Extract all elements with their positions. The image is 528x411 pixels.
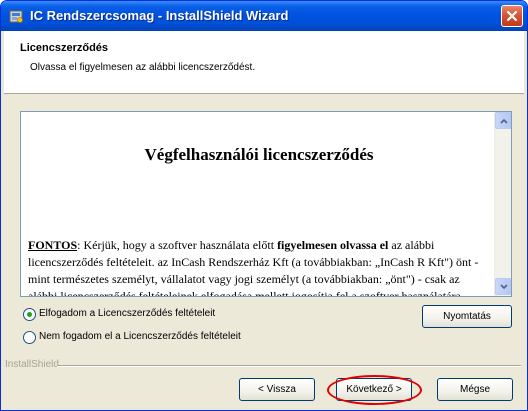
scroll-down-button[interactable] bbox=[495, 278, 511, 295]
chevron-down-icon bbox=[500, 284, 508, 290]
installer-app-icon bbox=[8, 8, 24, 24]
page-title: Licencszerződés bbox=[20, 42, 109, 54]
close-button[interactable] bbox=[501, 5, 523, 27]
header-panel: Licencszerződés Olvassa el figyelmesen a… bbox=[4, 31, 524, 94]
important-label: FONTOS bbox=[28, 238, 78, 252]
page-subtitle: Olvassa el figyelmesen az alábbi licencs… bbox=[30, 62, 256, 73]
license-content: Végfelhasználói licencszerződés FONTOS: … bbox=[26, 112, 492, 296]
back-button[interactable]: < Vissza bbox=[239, 378, 315, 401]
license-heading: Végfelhasználói licencszerződés bbox=[144, 145, 374, 164]
license-text-before-bold: : Kérjük, hogy a szoftver használata elő… bbox=[77, 238, 278, 252]
vertical-scrollbar[interactable] bbox=[494, 112, 511, 296]
radio-selected-dot bbox=[27, 312, 32, 317]
close-icon bbox=[506, 10, 518, 22]
highlight-ellipse bbox=[327, 375, 422, 405]
scroll-up-button[interactable] bbox=[495, 112, 511, 129]
license-text-area[interactable]: Végfelhasználói licencszerződés FONTOS: … bbox=[20, 111, 512, 297]
license-bold-text: figyelmesen olvassa el bbox=[277, 238, 389, 252]
scroll-track[interactable] bbox=[495, 130, 511, 278]
cancel-button[interactable]: Mégse bbox=[437, 378, 513, 401]
decline-radio[interactable] bbox=[23, 331, 36, 344]
accept-radio[interactable] bbox=[23, 308, 36, 321]
license-paragraph: FONTOS: Kérjük, hogy a szoftver használa… bbox=[28, 237, 492, 296]
title-bar[interactable]: IC Rendszercsomag - InstallShield Wizard bbox=[1, 1, 527, 31]
installshield-brand: InstallShield bbox=[5, 359, 59, 370]
print-button[interactable]: Nyomtatás bbox=[422, 305, 512, 328]
chevron-up-icon bbox=[500, 118, 508, 124]
window-title: IC Rendszercsomag - InstallShield Wizard bbox=[30, 8, 289, 23]
decline-label: Nem fogadom el a Licencszerződés feltéte… bbox=[39, 331, 241, 342]
installer-window: IC Rendszercsomag - InstallShield Wizard… bbox=[0, 0, 528, 411]
footer-divider-highlight bbox=[57, 366, 521, 367]
accept-label: Elfogadom a Licencszerződés feltételeit bbox=[39, 308, 216, 319]
